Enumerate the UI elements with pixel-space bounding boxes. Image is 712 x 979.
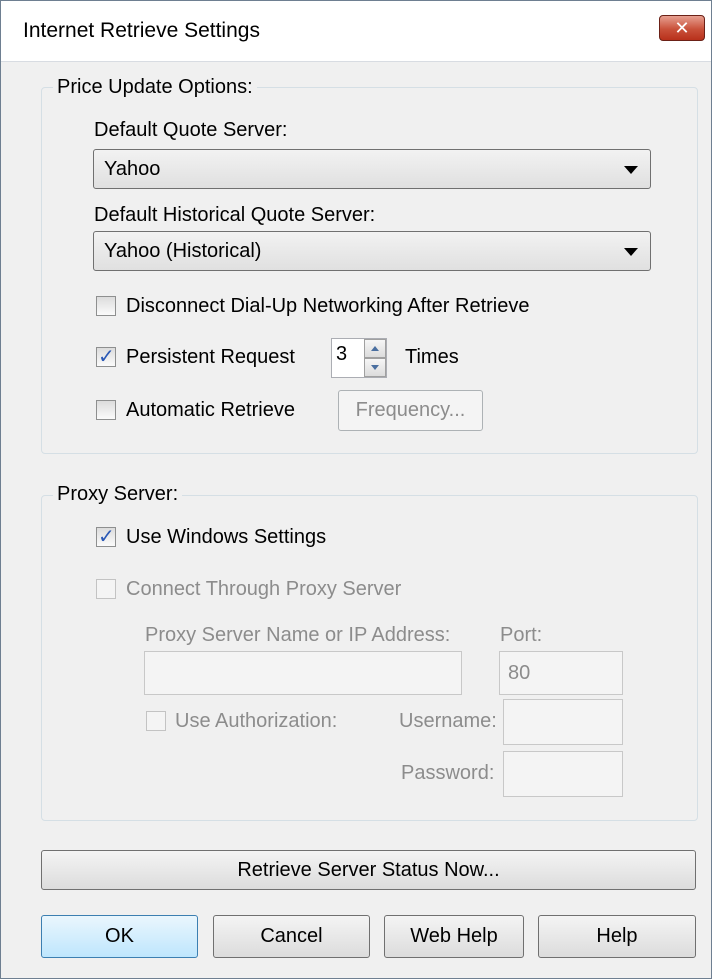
connect-proxy-checkbox[interactable]: [96, 579, 116, 599]
persistent-count-stepper[interactable]: 3: [331, 338, 387, 378]
quote-server-value: Yahoo: [104, 158, 161, 180]
proxy-server-group-label: Proxy Server:: [53, 483, 183, 506]
chevron-down-icon: [624, 248, 638, 256]
spin-down-button[interactable]: [364, 358, 386, 377]
title-bar: Internet Retrieve Settings ✕: [1, 1, 711, 62]
price-update-group-label: Price Update Options:: [53, 76, 257, 99]
proxy-server-name-input[interactable]: [144, 651, 462, 695]
web-help-button[interactable]: Web Help: [384, 915, 524, 958]
historical-server-select[interactable]: Yahoo (Historical): [93, 231, 651, 271]
automatic-retrieve-label: Automatic Retrieve: [126, 399, 295, 421]
frequency-button[interactable]: Frequency...: [338, 390, 483, 431]
retrieve-server-status-button[interactable]: Retrieve Server Status Now...: [41, 850, 696, 890]
quote-server-select[interactable]: Yahoo: [93, 149, 651, 189]
dialog-window: Internet Retrieve Settings ✕ Price Updat…: [0, 0, 712, 979]
quote-server-label: Default Quote Server:: [94, 119, 288, 141]
password-input[interactable]: [503, 751, 623, 797]
persistent-request-checkbox[interactable]: [96, 344, 116, 369]
close-button[interactable]: ✕: [659, 15, 705, 41]
automatic-retrieve-checkbox[interactable]: [96, 400, 116, 420]
persistent-count-value: 3: [336, 343, 348, 365]
use-authorization-label: Use Authorization:: [175, 710, 338, 732]
spin-up-button[interactable]: [364, 339, 386, 358]
close-icon: ✕: [674, 17, 690, 38]
chevron-down-icon: [624, 166, 638, 174]
connect-proxy-label: Connect Through Proxy Server: [126, 578, 402, 600]
proxy-server-name-label: Proxy Server Name or IP Address:: [145, 624, 451, 646]
port-value: 80: [508, 662, 531, 684]
port-label: Port:: [500, 624, 543, 646]
help-button[interactable]: Help: [538, 915, 696, 958]
use-windows-settings-label: Use Windows Settings: [126, 526, 327, 548]
disconnect-checkbox[interactable]: [96, 296, 116, 316]
historical-server-label: Default Historical Quote Server:: [94, 204, 376, 226]
ok-button[interactable]: OK: [41, 915, 198, 958]
historical-server-value: Yahoo (Historical): [104, 240, 262, 262]
username-input[interactable]: [503, 699, 623, 745]
username-label: Username:: [399, 710, 497, 732]
dialog-title: Internet Retrieve Settings: [23, 19, 260, 42]
cancel-button[interactable]: Cancel: [213, 915, 370, 958]
use-windows-settings-checkbox[interactable]: [96, 524, 116, 549]
spin-buttons: [364, 339, 386, 377]
use-authorization-checkbox[interactable]: [146, 711, 166, 731]
password-label: Password:: [401, 762, 495, 784]
times-label: Times: [405, 346, 459, 368]
port-input[interactable]: 80: [499, 651, 623, 695]
persistent-request-label: Persistent Request: [126, 346, 295, 368]
disconnect-label: Disconnect Dial-Up Networking After Retr…: [126, 295, 530, 317]
